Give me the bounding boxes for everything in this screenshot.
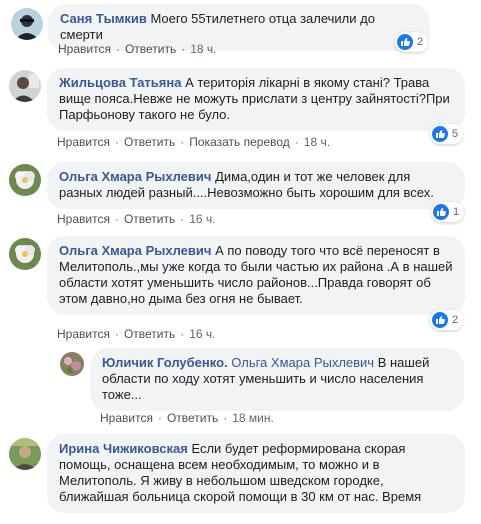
like-link[interactable]: Нравится: [58, 42, 111, 56]
comment-author[interactable]: Саня Тымкив: [60, 11, 147, 26]
like-icon: [432, 312, 448, 328]
reply-link[interactable]: Ответить: [124, 212, 175, 226]
reaction-number: 2: [417, 36, 424, 48]
timestamp[interactable]: 18 ч.: [190, 42, 216, 56]
comment-actions: Нравится · Ответить · 18 мин.: [100, 411, 274, 425]
comment-5: Ирина Чижиковская Если будет реформирова…: [0, 432, 481, 524]
timestamp[interactable]: 16 ч.: [189, 327, 215, 341]
reply-link[interactable]: Ответить: [124, 327, 175, 341]
comment-bubble: Жильцова Татьяна А територія лікарні в я…: [47, 68, 465, 131]
like-icon: [432, 126, 448, 142]
comment-actions: Нравится · Ответить · Показать перевод · 18 ч.: [57, 135, 331, 149]
mention-link[interactable]: Ольга Хмара Рыхлевич: [231, 355, 374, 370]
avatar[interactable]: [11, 8, 43, 40]
comment-author[interactable]: Жильцова Татьяна: [59, 75, 181, 90]
comment-3: Ольга Хмара Рыхлевич Дима,один и тот же …: [0, 156, 481, 230]
avatar[interactable]: [60, 352, 84, 376]
avatar[interactable]: [9, 70, 41, 102]
reaction-count[interactable]: 5: [430, 124, 464, 144]
reply-link[interactable]: Ответить: [125, 42, 176, 56]
reply-link[interactable]: Ответить: [167, 411, 218, 425]
reaction-count[interactable]: 2: [430, 310, 464, 330]
avatar[interactable]: [9, 238, 41, 270]
comment-4: Ольга Хмара Рыхлевич А по поводу того чт…: [0, 232, 481, 344]
timestamp[interactable]: 16 ч.: [189, 212, 215, 226]
comment-bubble: Ирина Чижиковская Если будет реформирова…: [47, 434, 465, 513]
avatar[interactable]: [9, 164, 41, 196]
comment-author[interactable]: Ольга Хмара Рыхлевич: [59, 243, 211, 258]
comment-bubble: Юличик Голубенко. Ольга Хмара Рыхлевич В…: [90, 348, 464, 411]
comment-author[interactable]: Ирина Чижиковская: [59, 441, 188, 456]
comment-author[interactable]: Ольга Хмара Рыхлевич: [59, 169, 211, 184]
reaction-number: 2: [452, 314, 459, 326]
like-link[interactable]: Нравится: [57, 212, 110, 226]
comment-bubble: Ольга Хмара Рыхлевич Дима,один и тот же …: [47, 162, 465, 209]
like-link[interactable]: Нравится: [57, 135, 110, 149]
comment-1: Саня Тымкив Моего 55тилетнего отца залеч…: [0, 0, 481, 60]
comment-bubble: Ольга Хмара Рыхлевич А по поводу того чт…: [47, 236, 465, 315]
show-translation-link[interactable]: Показать перевод: [189, 135, 290, 149]
like-link[interactable]: Нравится: [57, 327, 110, 341]
comment-author[interactable]: Юличик Голубенко.: [102, 355, 228, 370]
like-link[interactable]: Нравится: [100, 411, 153, 425]
comment-2: Жильцова Татьяна А територія лікарні в я…: [0, 62, 481, 154]
reaction-number: 5: [452, 128, 459, 140]
reaction-number: 1: [453, 206, 460, 218]
avatar[interactable]: [9, 438, 41, 470]
timestamp[interactable]: 18 мин.: [232, 411, 274, 425]
timestamp[interactable]: 18 ч.: [304, 135, 330, 149]
comment-actions: Нравится · Ответить · 18 ч.: [58, 42, 217, 56]
reply-link[interactable]: Ответить: [124, 135, 175, 149]
comment-actions: Нравится · Ответить · 16 ч.: [57, 327, 216, 341]
like-icon: [433, 204, 449, 220]
reply-1: Юличик Голубенко. Ольга Хмара Рыхлевич В…: [0, 346, 481, 428]
reaction-count[interactable]: 1: [431, 202, 465, 222]
like-icon: [397, 34, 413, 50]
comment-actions: Нравится · Ответить · 16 ч.: [57, 212, 216, 226]
reaction-count[interactable]: 2: [395, 32, 429, 52]
